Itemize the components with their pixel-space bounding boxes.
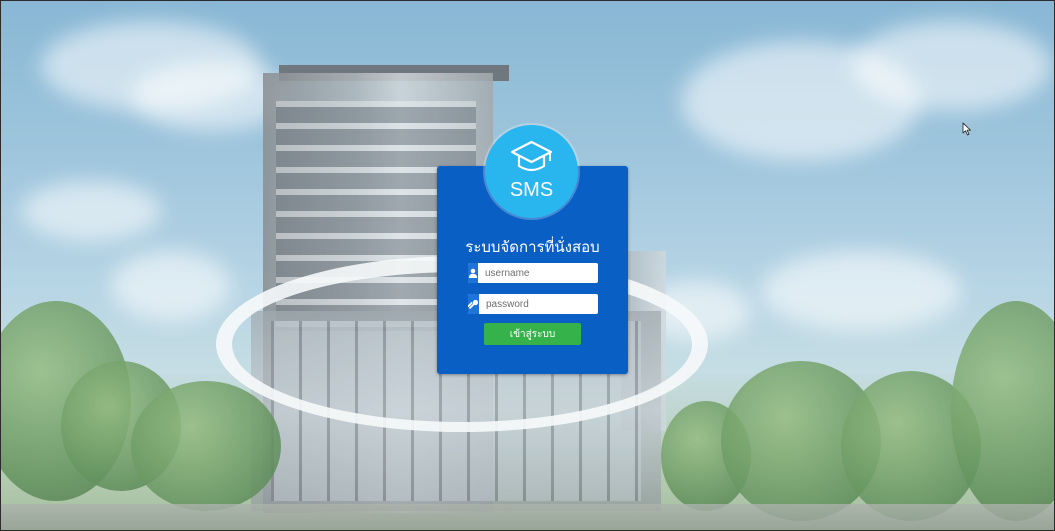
username-field xyxy=(468,263,617,283)
mouse-cursor-icon xyxy=(962,122,971,136)
key-icon xyxy=(468,294,479,314)
password-input[interactable] xyxy=(479,294,618,314)
login-title: ระบบจัดการที่นั่งสอบ xyxy=(465,238,600,256)
password-field xyxy=(468,294,618,314)
login-button[interactable]: เข้าสู่ระบบ xyxy=(484,323,581,345)
sms-logo: SMS xyxy=(485,125,578,218)
user-icon xyxy=(468,263,478,283)
graduation-cap-icon xyxy=(510,140,553,172)
username-input[interactable] xyxy=(478,263,617,283)
logo-text: SMS xyxy=(509,179,554,201)
